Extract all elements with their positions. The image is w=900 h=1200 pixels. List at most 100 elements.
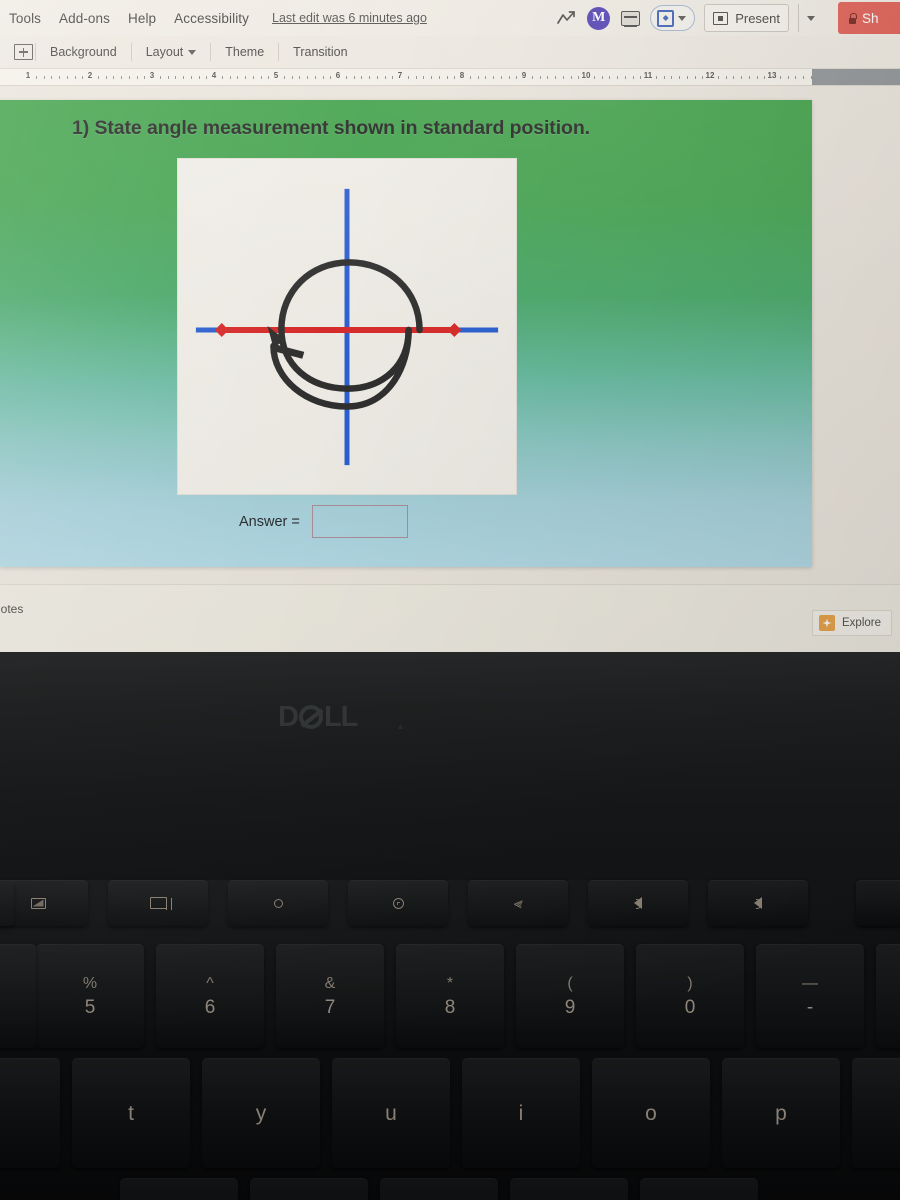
key-4-partial[interactable] xyxy=(0,944,36,1048)
dell-logo-slash-o xyxy=(298,705,323,729)
brightness-up-key[interactable] xyxy=(348,880,448,926)
key-y[interactable]: y xyxy=(202,1058,320,1168)
ruler-number: 11 xyxy=(643,71,653,80)
key-6[interactable]: ^ 6 xyxy=(156,944,264,1048)
laptop-body: DLL ⫷ %5^6&7*8(9)0—- tyuiop{ hjkl: xyxy=(0,652,900,1200)
angle-diagram-svg xyxy=(195,188,499,466)
key-o[interactable]: o xyxy=(592,1058,710,1168)
key-number: 8 xyxy=(444,996,456,1018)
key-t[interactable]: t xyxy=(72,1058,190,1168)
present-button[interactable]: Present xyxy=(704,4,789,32)
key-8[interactable]: * 8 xyxy=(396,944,504,1048)
share-button[interactable]: Sh xyxy=(838,2,900,34)
mute-key[interactable] xyxy=(588,880,688,926)
ruler-tick xyxy=(516,76,518,79)
ruler-tick xyxy=(454,76,456,79)
key-symbol: ( xyxy=(567,974,573,992)
ruler-tick xyxy=(570,76,572,79)
key-legend: (9 xyxy=(565,974,576,1017)
ruler-number: 3 xyxy=(149,71,155,80)
slide-title[interactable]: 1) State angle measurement shown in stan… xyxy=(72,117,590,140)
angle-diagram-image[interactable] xyxy=(177,158,517,495)
pointer-box-button[interactable] xyxy=(650,5,696,31)
ruler-tick xyxy=(562,76,564,79)
key-5[interactable]: % 5 xyxy=(36,944,144,1048)
ruler-tick xyxy=(43,76,45,79)
key-9[interactable]: (9 xyxy=(516,944,624,1048)
keyboard-backlight-key[interactable]: ⫷ xyxy=(468,880,568,926)
ruler-tick xyxy=(392,76,394,79)
key-j[interactable]: j xyxy=(250,1178,368,1200)
key-:[interactable]: : xyxy=(640,1178,758,1200)
new-slide-icon[interactable] xyxy=(14,44,33,60)
ruler-tick xyxy=(105,76,107,79)
ruler-tick xyxy=(82,76,84,79)
key-symbol: & xyxy=(324,974,336,992)
sun-small-icon xyxy=(273,898,283,908)
ruler-tick xyxy=(206,76,208,79)
ruler-tick xyxy=(609,76,611,79)
account-logo-icon[interactable]: M xyxy=(587,6,611,30)
menu-item-add-ons[interactable]: Add-ons xyxy=(50,11,119,26)
key-letter: i xyxy=(518,1101,524,1125)
ruler-tick xyxy=(578,76,580,79)
toolbar-item-theme[interactable]: Theme xyxy=(213,45,276,59)
key-letter: t xyxy=(128,1101,134,1125)
key-p[interactable]: p xyxy=(722,1058,840,1168)
pointer-box-icon xyxy=(657,9,675,27)
fn-key-left-partial[interactable] xyxy=(0,880,14,926)
sun-large-icon xyxy=(389,894,407,912)
ruler-tick xyxy=(531,76,533,79)
explore-button[interactable]: Explore xyxy=(812,610,892,636)
fn-key-right-partial[interactable] xyxy=(856,880,900,926)
key-equals-partial[interactable] xyxy=(876,944,900,1048)
key-r-partial[interactable] xyxy=(0,1058,60,1168)
speaker-notes-pane[interactable]: notes Explore xyxy=(0,584,900,652)
key-l[interactable]: l xyxy=(510,1178,628,1200)
key-k[interactable]: k xyxy=(380,1178,498,1200)
key-i[interactable]: i xyxy=(462,1058,580,1168)
ruler-tick xyxy=(593,76,595,79)
screen-icon xyxy=(30,897,46,909)
key-u[interactable]: u xyxy=(332,1058,450,1168)
key-7[interactable]: & 7 xyxy=(276,944,384,1048)
ruler-tick xyxy=(167,76,169,79)
ruler-tick xyxy=(779,76,781,79)
brightness-down-key[interactable] xyxy=(228,880,328,926)
menu-item-tools[interactable]: Tools xyxy=(0,11,50,26)
key-h[interactable]: h xyxy=(120,1178,238,1200)
key-0[interactable]: ) 0 xyxy=(636,944,744,1048)
ruler-tick xyxy=(66,76,68,79)
key-{[interactable]: { xyxy=(852,1058,900,1168)
answer-input-box[interactable] xyxy=(311,505,408,538)
ruler-tick xyxy=(183,76,184,79)
laptop-keyboard[interactable]: ⫷ %5^6&7*8(9)0—- tyuiop{ hjkl: xyxy=(0,880,900,1200)
ruler-number: 2 xyxy=(87,71,93,80)
multi-display-key[interactable] xyxy=(108,880,208,926)
speaker-icon xyxy=(754,897,762,909)
toolbar-item-transition[interactable]: Transition xyxy=(281,45,359,59)
trend-arrow-icon[interactable] xyxy=(556,7,578,29)
ruler-tick xyxy=(221,76,223,79)
key-number: 7 xyxy=(324,996,336,1018)
toolbar-item-background[interactable]: Background xyxy=(38,45,129,59)
horizontal-ruler[interactable]: 1 2 3 4 5 6 7 8 9 10 11 12 13 xyxy=(0,69,900,86)
ruler-tick xyxy=(795,76,797,79)
current-slide[interactable]: 1) State angle measurement shown in stan… xyxy=(0,100,812,567)
ruler-tick xyxy=(245,76,246,79)
menu-item-accessibility[interactable]: Accessibility xyxy=(165,11,258,26)
ruler-tick xyxy=(345,76,347,79)
volume-down-key[interactable] xyxy=(708,880,808,926)
ruler-tick xyxy=(376,76,378,79)
ruler-tick xyxy=(741,76,742,79)
last-edit-link[interactable]: Last edit was 6 minutes ago xyxy=(272,11,427,25)
key-letter: u xyxy=(385,1101,397,1125)
key-legend: ^ 6 xyxy=(205,975,216,1017)
ruler-tick xyxy=(260,76,262,79)
toolbar-item-layout[interactable]: Layout xyxy=(134,45,209,59)
menu-bar: Tools Add-ons Help Accessibility Last ed… xyxy=(0,0,900,36)
menu-item-help[interactable]: Help xyxy=(119,11,165,26)
present-dropdown-button[interactable] xyxy=(798,4,823,32)
comment-card-icon[interactable] xyxy=(619,7,641,29)
key--[interactable]: — - xyxy=(756,944,864,1048)
